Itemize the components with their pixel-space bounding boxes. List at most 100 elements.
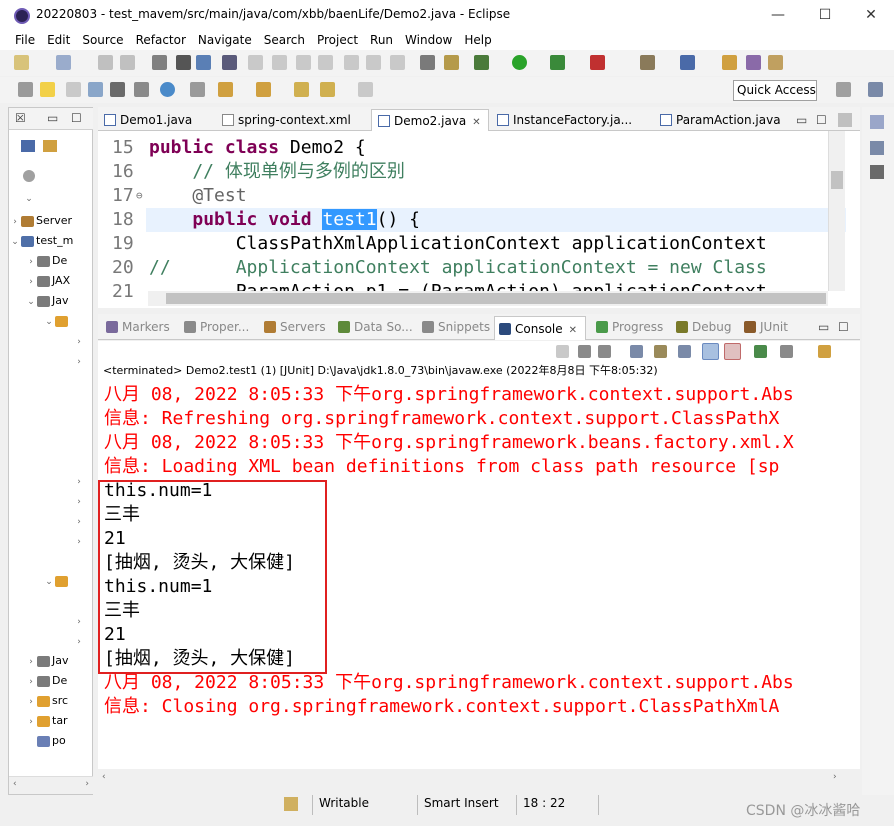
expand-arrow-icon[interactable]: ›	[73, 612, 85, 631]
editor-vscrollbar[interactable]	[828, 131, 845, 291]
editor-hscrollbar[interactable]	[148, 291, 828, 306]
expand-arrow-icon[interactable]: ›	[73, 472, 85, 491]
last-edit-icon[interactable]	[294, 82, 309, 97]
tree-item-deployed-resources[interactable]: › De	[9, 671, 93, 691]
tree-item-servers[interactable]: › Server	[9, 211, 93, 231]
minimize-view-icon[interactable]: ▭	[47, 108, 58, 128]
disconnect-icon[interactable]	[318, 55, 333, 70]
paragraph-icon[interactable]	[134, 82, 149, 97]
expand-arrow-icon[interactable]: ›	[25, 692, 37, 711]
expand-arrow-icon[interactable]: ›	[9, 212, 21, 231]
user-icon[interactable]	[176, 55, 191, 70]
open-type-icon[interactable]	[722, 55, 737, 70]
tab-data-source[interactable]: Data So...	[338, 319, 413, 335]
save-icon[interactable]	[98, 55, 113, 70]
minimize-editor-icon[interactable]: ▭	[796, 113, 807, 127]
menu-search[interactable]: Search	[259, 30, 310, 50]
scroll-lock-icon[interactable]	[654, 345, 667, 358]
mark-occurrences-icon[interactable]	[40, 82, 55, 97]
close-tab-icon[interactable]: ✕	[472, 117, 480, 128]
notes-icon[interactable]	[870, 165, 884, 179]
outline-view-icon[interactable]	[838, 113, 852, 127]
step-into-icon[interactable]	[344, 55, 359, 70]
expand-arrow-icon[interactable]: ›	[25, 272, 37, 291]
terminate-icon[interactable]	[296, 55, 311, 70]
resume-icon[interactable]	[248, 55, 263, 70]
menu-dots-icon[interactable]	[23, 170, 35, 182]
new-class-icon[interactable]	[680, 55, 695, 70]
new-server-icon[interactable]	[640, 55, 655, 70]
explorer-view-icon[interactable]: ☒	[15, 108, 26, 128]
expand-arrow-icon[interactable]: ›	[73, 492, 85, 511]
tab-servers[interactable]: Servers	[264, 319, 326, 335]
fold-toggle-icon[interactable]: ⊖	[136, 184, 143, 208]
previous-annotation-icon[interactable]	[256, 82, 271, 97]
show-on-stdout-icon[interactable]	[702, 343, 719, 360]
menu-navigate[interactable]: Navigate	[193, 30, 257, 50]
menu-help[interactable]: Help	[459, 30, 496, 50]
back-icon[interactable]	[320, 82, 335, 97]
search-icon[interactable]	[768, 55, 783, 70]
word-wrap-icon[interactable]	[678, 345, 691, 358]
scroll-thumb[interactable]	[831, 171, 843, 189]
tree-item-jax[interactable]: › JAX	[9, 271, 93, 291]
run-icon[interactable]	[512, 55, 527, 70]
web-browser-icon[interactable]	[160, 82, 175, 97]
maximize-view-icon[interactable]: ☐	[71, 108, 82, 128]
tab-console[interactable]: Console ✕	[494, 316, 587, 340]
tree-item-resources-folder[interactable]: ⌄	[9, 571, 93, 591]
minimize-button[interactable]: —	[755, 4, 801, 26]
collapse-all-icon[interactable]	[21, 140, 35, 152]
pin-editor-icon[interactable]	[18, 82, 33, 97]
expand-arrow-icon[interactable]: ⌄	[23, 189, 35, 208]
tab-markers[interactable]: Markers	[106, 319, 170, 335]
outline-icon[interactable]	[870, 115, 884, 129]
annotation-icon[interactable]	[190, 82, 205, 97]
debug-icon[interactable]	[474, 55, 489, 70]
tree-item-project[interactable]: ⌄ test_m	[9, 231, 93, 251]
tab-debug[interactable]: Debug	[676, 319, 731, 335]
tree-item-java-libraries[interactable]: › Jav	[9, 651, 93, 671]
tab-progress[interactable]: Progress	[596, 319, 663, 335]
expand-arrow-icon[interactable]: ⌄	[43, 312, 55, 331]
next-annotation-icon[interactable]	[218, 82, 233, 97]
open-console-icon[interactable]	[818, 345, 831, 358]
tab-instance-factory[interactable]: InstanceFactory.ja...	[491, 109, 651, 131]
remove-launch-icon[interactable]	[578, 345, 591, 358]
open-perspective-icon[interactable]	[836, 82, 851, 97]
skip-breakpoints-icon[interactable]	[222, 55, 237, 70]
expand-arrow-icon[interactable]: ›	[25, 712, 37, 731]
clear-console-icon[interactable]	[630, 345, 643, 358]
expand-arrow-icon[interactable]: ›	[25, 672, 37, 691]
step-return-icon[interactable]	[390, 55, 405, 70]
link-editor-icon[interactable]	[43, 140, 57, 152]
tab-snippets[interactable]: Snippets	[422, 319, 490, 335]
scroll-thumb[interactable]	[166, 293, 826, 304]
open-task-icon[interactable]	[746, 55, 761, 70]
maximize-button[interactable]: ☐	[802, 4, 848, 26]
tree-item-deployment[interactable]: › De	[9, 251, 93, 271]
explorer-hscrollbar[interactable]: ‹ ›	[9, 776, 93, 794]
maximize-editor-icon[interactable]: ☐	[816, 113, 827, 127]
menu-refactor[interactable]: Refactor	[131, 30, 191, 50]
suspend-icon[interactable]	[272, 55, 287, 70]
expand-arrow-icon[interactable]: ⌄	[25, 292, 37, 311]
step-over-icon[interactable]	[366, 55, 381, 70]
menu-edit[interactable]: Edit	[42, 30, 75, 50]
show-whitespace-icon[interactable]	[88, 82, 103, 97]
tree-item-src[interactable]: › src	[9, 691, 93, 711]
expand-arrow-icon[interactable]: ⌄	[9, 232, 21, 251]
tab-junit[interactable]: JUnit	[744, 319, 788, 335]
toggle-block-icon[interactable]	[66, 82, 81, 97]
expand-arrow-icon[interactable]: ›	[25, 252, 37, 271]
forward-icon[interactable]	[358, 82, 373, 97]
task-list-icon[interactable]	[870, 141, 884, 155]
tab-spring-context[interactable]: spring-context.xml	[216, 109, 368, 131]
external-tools-icon[interactable]	[590, 55, 605, 70]
use-step-filters-icon[interactable]	[420, 55, 435, 70]
menu-window[interactable]: Window	[400, 30, 457, 50]
close-tab-icon[interactable]: ✕	[569, 325, 577, 336]
tree-item-java-resources[interactable]: ⌄ Jav	[9, 291, 93, 311]
menu-project[interactable]: Project	[312, 30, 363, 50]
tree-item-pom[interactable]: po	[9, 731, 93, 751]
